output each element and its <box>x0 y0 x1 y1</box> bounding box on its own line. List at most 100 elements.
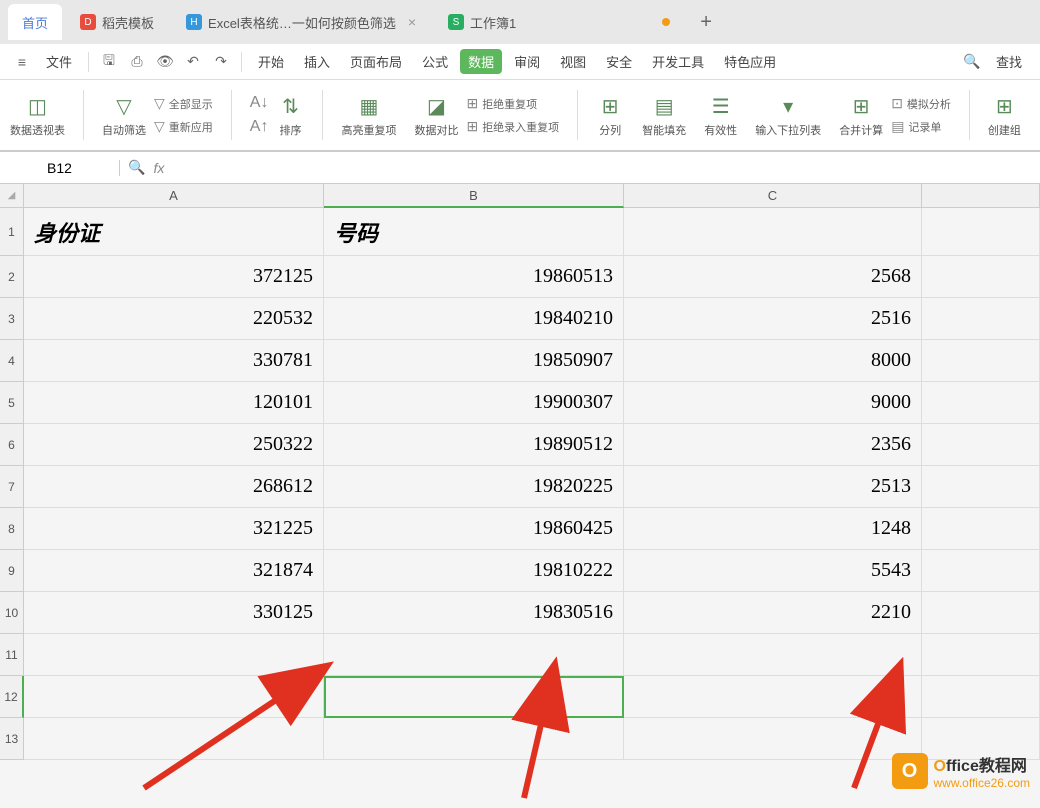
cell[interactable] <box>922 634 1040 676</box>
hamburger-icon[interactable]: ≡ <box>10 50 34 74</box>
cell[interactable] <box>324 634 624 676</box>
row-header[interactable]: 11 <box>0 634 24 676</box>
row-header[interactable]: 4 <box>0 340 24 382</box>
redo-icon[interactable]: ↷ <box>209 50 233 74</box>
cell[interactable]: 1248 <box>624 508 922 550</box>
menu-layout[interactable]: 页面布局 <box>342 52 410 71</box>
cell[interactable]: 2568 <box>624 256 922 298</box>
new-tab-button[interactable]: + <box>688 11 724 34</box>
cell[interactable] <box>324 718 624 760</box>
menu-formula[interactable]: 公式 <box>414 52 456 71</box>
cell[interactable]: 19810222 <box>324 550 624 592</box>
menu-special[interactable]: 特色应用 <box>716 52 784 71</box>
cell[interactable] <box>922 550 1040 592</box>
ribbon-fill[interactable]: ▤ 智能填充 <box>642 92 686 138</box>
menu-devtools[interactable]: 开发工具 <box>644 52 712 71</box>
fx-icon[interactable]: fx <box>153 160 164 176</box>
menu-start[interactable]: 开始 <box>250 52 292 71</box>
cell[interactable]: 19820225 <box>324 466 624 508</box>
cell[interactable] <box>922 676 1040 718</box>
cell[interactable]: 19890512 <box>324 424 624 466</box>
row-header[interactable]: 3 <box>0 298 24 340</box>
cell[interactable]: 372125 <box>24 256 324 298</box>
row-header[interactable]: 2 <box>0 256 24 298</box>
formula-input[interactable] <box>172 160 1032 176</box>
ribbon-reject[interactable]: ⊞拒绝重复项 <box>466 95 559 112</box>
ribbon-simulate[interactable]: ⊡模拟分析 <box>891 95 951 112</box>
print-icon[interactable]: ⎙ <box>125 50 149 74</box>
cell[interactable]: 19840210 <box>324 298 624 340</box>
ribbon-filter[interactable]: ▽ 自动筛选 <box>102 92 146 138</box>
zoom-icon[interactable]: 🔍 <box>128 159 145 176</box>
cell[interactable]: 5543 <box>624 550 922 592</box>
cell[interactable] <box>922 298 1040 340</box>
cell[interactable] <box>24 718 324 760</box>
ribbon-reapply[interactable]: ▽重新应用 <box>154 118 213 135</box>
cell[interactable]: 330781 <box>24 340 324 382</box>
menu-security[interactable]: 安全 <box>598 52 640 71</box>
select-all-corner[interactable]: ◢ <box>0 184 24 208</box>
cell[interactable]: 2516 <box>624 298 922 340</box>
ribbon-reject2[interactable]: ⊞拒绝录入重复项 <box>466 118 559 135</box>
ribbon-split[interactable]: ⊞ 分列 <box>596 92 624 138</box>
cell-a1[interactable]: 身份证 <box>24 208 324 256</box>
cell[interactable]: 120101 <box>24 382 324 424</box>
cell[interactable]: 2513 <box>624 466 922 508</box>
save-icon[interactable]: 🖫 <box>97 50 121 74</box>
row-header[interactable]: 9 <box>0 550 24 592</box>
menu-search[interactable]: 查找 <box>988 52 1030 71</box>
menu-view[interactable]: 视图 <box>552 52 594 71</box>
cell[interactable]: 19860425 <box>324 508 624 550</box>
cell[interactable] <box>24 634 324 676</box>
tab-template[interactable]: D 稻壳模板 <box>66 4 168 40</box>
cell[interactable]: 250322 <box>24 424 324 466</box>
row-header[interactable]: 10 <box>0 592 24 634</box>
cell[interactable]: 2210 <box>624 592 922 634</box>
col-header-b[interactable]: B <box>324 184 624 208</box>
cell[interactable]: 268612 <box>24 466 324 508</box>
ribbon-pivot[interactable]: ◫ 数据透视表 <box>10 92 65 138</box>
row-header[interactable]: 5 <box>0 382 24 424</box>
cell-b1[interactable]: 号码 <box>324 208 624 256</box>
cell[interactable]: 8000 <box>624 340 922 382</box>
cell[interactable] <box>24 676 324 718</box>
cell-c1[interactable] <box>624 208 922 256</box>
cell-d1[interactable] <box>922 208 1040 256</box>
tab-home[interactable]: 首页 <box>8 4 62 40</box>
col-header-c[interactable]: C <box>624 184 922 208</box>
menu-file[interactable]: 文件 <box>38 52 80 71</box>
tab-workbook[interactable]: S 工作簿1 <box>434 4 684 40</box>
ribbon-dropdown[interactable]: ▾ 输入下拉列表 <box>755 92 821 138</box>
col-header-d[interactable] <box>922 184 1040 208</box>
ribbon-create[interactable]: ⊞ 创建组 <box>988 92 1021 138</box>
ribbon-validation[interactable]: ◪ 数据对比 <box>414 92 458 138</box>
sort-asc-icon[interactable]: A↓ <box>250 94 269 112</box>
menu-review[interactable]: 审阅 <box>506 52 548 71</box>
cell[interactable]: 321225 <box>24 508 324 550</box>
row-header[interactable]: 13 <box>0 718 24 760</box>
search-icon[interactable]: 🔍 <box>960 50 984 74</box>
cell[interactable] <box>922 508 1040 550</box>
row-header[interactable]: 7 <box>0 466 24 508</box>
cell-b12[interactable] <box>324 676 624 718</box>
row-header[interactable]: 6 <box>0 424 24 466</box>
cells-area[interactable]: 身份证 号码 372125198605132568 22053219840210… <box>24 208 1040 760</box>
ribbon-sort[interactable]: ⇅ 排序 <box>276 92 304 138</box>
cell[interactable]: 19860513 <box>324 256 624 298</box>
ribbon-dedup[interactable]: ▦ 高亮重复项 <box>341 92 396 138</box>
close-icon[interactable]: × <box>408 14 416 30</box>
row-header[interactable]: 1 <box>0 208 24 256</box>
undo-icon[interactable]: ↶ <box>181 50 205 74</box>
cell[interactable]: 220532 <box>24 298 324 340</box>
cell[interactable]: 19900307 <box>324 382 624 424</box>
cell[interactable] <box>624 718 922 760</box>
row-header[interactable]: 8 <box>0 508 24 550</box>
cell[interactable] <box>624 676 922 718</box>
tab-excel-doc[interactable]: H Excel表格统…一如何按颜色筛选 × <box>172 4 430 40</box>
cell[interactable] <box>922 592 1040 634</box>
cell[interactable]: 330125 <box>24 592 324 634</box>
cell[interactable] <box>922 340 1040 382</box>
ribbon-record[interactable]: ▤记录单 <box>891 118 951 135</box>
cell[interactable]: 19830516 <box>324 592 624 634</box>
ribbon-consolidate[interactable]: ⊞ 合并计算 <box>839 92 883 138</box>
